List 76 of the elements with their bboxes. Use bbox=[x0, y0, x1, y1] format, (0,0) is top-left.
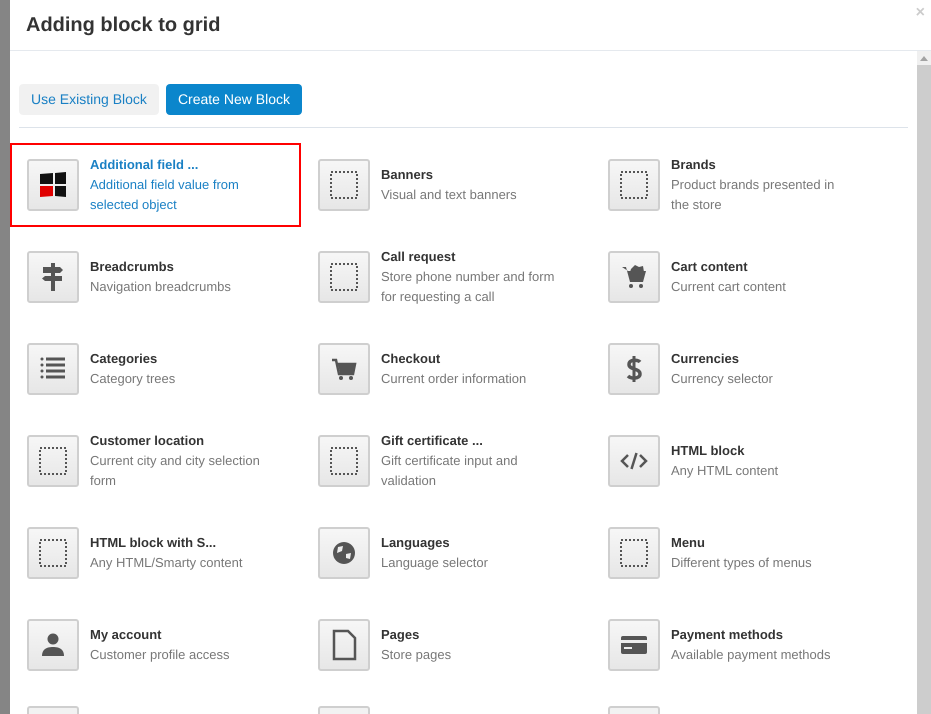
block-title: Customer location bbox=[90, 432, 206, 450]
icon-button[interactable] bbox=[608, 159, 660, 211]
block-title: Breadcrumbs bbox=[90, 258, 175, 276]
icon-button[interactable] bbox=[27, 435, 79, 487]
block-description: Available payment methods bbox=[671, 646, 832, 664]
block-description: Any HTML/Smarty content bbox=[90, 554, 244, 572]
tab[interactable]: Create New Block bbox=[166, 84, 302, 115]
block-title: Categories bbox=[90, 350, 158, 368]
dialog-title: Adding block to grid bbox=[26, 13, 220, 38]
icon-button[interactable] bbox=[318, 343, 370, 395]
block-title: Additional field ... bbox=[90, 156, 200, 174]
block-tile[interactable]: Categories Category trees bbox=[10, 327, 301, 411]
block-tile[interactable]: Menu Different types of menus bbox=[591, 511, 881, 595]
block-title: My account bbox=[90, 626, 163, 644]
icon-button[interactable] bbox=[608, 527, 660, 579]
block-title: Payment methods bbox=[671, 626, 784, 644]
block-tile[interactable]: Customer location Current city and city selection form bbox=[10, 419, 301, 503]
block-title: HTML block with S... bbox=[90, 534, 218, 552]
block-description: Current order information bbox=[381, 370, 528, 388]
icon-button[interactable] bbox=[27, 159, 79, 211]
icon-button[interactable] bbox=[318, 251, 370, 303]
block-title: Checkout bbox=[381, 350, 442, 368]
block-title: Call request bbox=[381, 248, 456, 266]
icon-button[interactable] bbox=[27, 619, 79, 671]
icon-button[interactable] bbox=[608, 619, 660, 671]
icon-button[interactable] bbox=[318, 527, 370, 579]
block-title: HTML block bbox=[671, 442, 746, 460]
block-tile[interactable]: Banners Visual and text banners bbox=[301, 143, 591, 227]
block-description: Gift certificate input and validation bbox=[381, 452, 519, 490]
block-description: Store phone number and form for requesting a call bbox=[381, 268, 556, 306]
block-description: Category trees bbox=[90, 370, 176, 388]
block-title: Menu bbox=[671, 534, 706, 552]
icon-button[interactable] bbox=[608, 435, 660, 487]
block-tile[interactable]: HTML block Any HTML content bbox=[591, 419, 881, 503]
block-title: Cart content bbox=[671, 258, 749, 276]
block-title: Banners bbox=[381, 166, 434, 184]
block-description: Current city and city selection form bbox=[90, 452, 261, 490]
block-description: Store pages bbox=[381, 646, 452, 664]
block-title: Brands bbox=[671, 156, 717, 174]
block-title: Gift certificate ... bbox=[381, 432, 484, 450]
icon-button[interactable] bbox=[608, 251, 660, 303]
block-tile[interactable]: Payment methods Available payment methods bbox=[591, 603, 881, 687]
block-tile[interactable]: Additional field ... Additional field value from selected object bbox=[10, 143, 301, 227]
block-tile[interactable]: HTML block with S... Any HTML/Smarty content bbox=[10, 511, 301, 595]
block-tile[interactable]: Call request Store phone number and form for requesting a call bbox=[301, 235, 591, 319]
block-description: Visual and text banners bbox=[381, 186, 518, 204]
block-tile[interactable]: Breadcrumbs Navigation breadcrumbs bbox=[10, 235, 301, 319]
block-description: Navigation breadcrumbs bbox=[90, 278, 232, 296]
block-description: Current cart content bbox=[671, 278, 787, 296]
block-tile[interactable]: Cart content Current cart content bbox=[591, 235, 881, 319]
block-title: Currencies bbox=[671, 350, 740, 368]
block-tile[interactable]: Brands Product brands presented in the store bbox=[591, 143, 881, 227]
block-tile[interactable]: Languages Language selector bbox=[301, 511, 591, 595]
block-description: Additional field value from selected object bbox=[90, 176, 240, 214]
block-description: Currency selector bbox=[671, 370, 774, 388]
icon-button[interactable] bbox=[27, 251, 79, 303]
icon-button[interactable] bbox=[318, 159, 370, 211]
icon-button[interactable] bbox=[318, 619, 370, 671]
block-description: Product brands presented in the store bbox=[671, 176, 836, 214]
block-title: Pages bbox=[381, 626, 420, 644]
block-tile[interactable]: Pages Store pages bbox=[301, 603, 591, 687]
block-description: Customer profile access bbox=[90, 646, 230, 664]
icon-button[interactable] bbox=[27, 527, 79, 579]
block-tile[interactable]: Currencies Currency selector bbox=[591, 327, 881, 411]
icon-button[interactable] bbox=[27, 343, 79, 395]
block-description: Different types of menus bbox=[671, 554, 813, 572]
block-tile[interactable]: My account Customer profile access bbox=[10, 603, 301, 687]
block-title: Languages bbox=[381, 534, 451, 552]
icon-button[interactable] bbox=[318, 435, 370, 487]
icon-button[interactable] bbox=[608, 343, 660, 395]
block-description: Any HTML content bbox=[671, 462, 780, 480]
scrollbar[interactable] bbox=[917, 51, 931, 714]
block-tile[interactable]: Gift certificate ... Gift certificate input and validation bbox=[301, 419, 591, 503]
tab[interactable]: Use Existing Block bbox=[19, 84, 159, 115]
block-tile[interactable]: Checkout Current order information bbox=[301, 327, 591, 411]
block-description: Language selector bbox=[381, 554, 489, 572]
